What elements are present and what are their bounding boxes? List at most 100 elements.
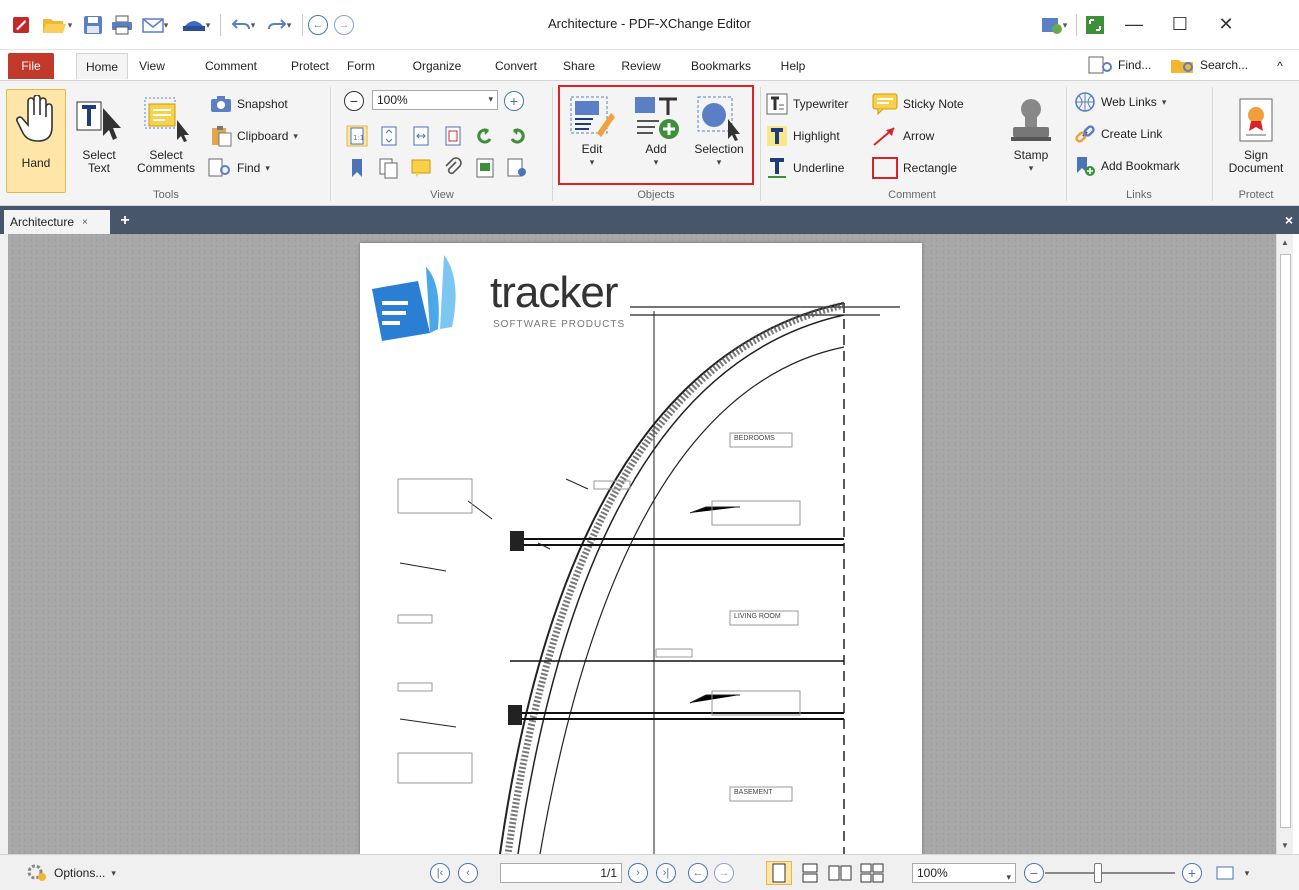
zoom-in-icon[interactable]: +: [504, 91, 524, 111]
tab-organize[interactable]: Organize: [405, 53, 469, 79]
last-page-icon[interactable]: ›|: [656, 861, 676, 885]
typewriter-icon: [766, 93, 788, 115]
single-page-layout-icon[interactable]: [766, 861, 792, 885]
tab-home[interactable]: Home: [76, 53, 128, 79]
tab-share[interactable]: Share: [558, 53, 600, 79]
search-button[interactable]: Search...: [1170, 54, 1248, 76]
tab-protect[interactable]: Protect: [284, 53, 336, 79]
select-comments-button[interactable]: Select Comments: [134, 91, 198, 175]
highlight-button[interactable]: Highlight: [766, 125, 840, 147]
fullscreen-icon[interactable]: [1082, 12, 1108, 38]
web-links-label: Web Links: [1101, 95, 1157, 109]
hand-button[interactable]: Hand: [8, 91, 64, 170]
close-all-tabs-button[interactable]: ×: [1285, 212, 1293, 228]
find-tool-button[interactable]: Find ▾: [208, 157, 270, 179]
document-properties-icon[interactable]: [474, 157, 496, 179]
svg-text:1:1: 1:1: [353, 134, 364, 142]
next-view-icon[interactable]: →: [714, 861, 734, 885]
find-label: Find...: [1118, 58, 1152, 72]
create-link-label: Create Link: [1101, 127, 1163, 141]
create-link-button[interactable]: Create Link: [1074, 123, 1162, 145]
web-links-button[interactable]: Web Links ▾: [1074, 91, 1166, 113]
comments-pane-icon[interactable]: [410, 157, 432, 179]
zoom-level-input[interactable]: 100% ▾: [912, 863, 1016, 883]
tab-convert[interactable]: Convert: [488, 53, 544, 79]
previous-view-icon[interactable]: ←: [688, 861, 708, 885]
scroll-up-icon[interactable]: ▲: [1281, 238, 1289, 247]
tab-comment[interactable]: Comment: [200, 53, 262, 79]
ribbon: Hand Select Text Select Comments Snapsho…: [0, 80, 1299, 206]
tab-help[interactable]: Help: [776, 53, 810, 79]
underline-label: Underline: [793, 161, 845, 175]
view-group-label: View: [430, 189, 454, 201]
rectangle-button[interactable]: Rectangle: [872, 157, 957, 179]
fit-visible-icon[interactable]: [442, 125, 464, 147]
facing-continuous-layout-icon[interactable]: [858, 861, 886, 885]
rectangle-icon: [872, 157, 898, 179]
selection-object-button[interactable]: Selection ▾: [688, 91, 750, 169]
fit-page-icon[interactable]: [378, 125, 400, 147]
options-gear-icon: [27, 864, 46, 881]
tab-file[interactable]: File: [8, 53, 54, 79]
arrow-button[interactable]: Arrow: [872, 125, 934, 147]
close-button[interactable]: ✕: [1204, 8, 1248, 40]
rotate-right-icon[interactable]: [506, 125, 528, 147]
zoom-slider-thumb[interactable]: [1094, 863, 1102, 883]
rotate-left-icon[interactable]: [474, 125, 496, 147]
document-tab-architecture[interactable]: Architecture ×: [4, 210, 110, 234]
logo-subtitle: SOFTWARE PRODUCTS: [493, 319, 626, 330]
scroll-down-icon[interactable]: ▼: [1281, 841, 1289, 850]
sticky-note-button[interactable]: Sticky Note: [872, 93, 964, 115]
add-bookmark-button[interactable]: Add Bookmark: [1074, 155, 1180, 177]
find-button[interactable]: Find...: [1088, 54, 1151, 76]
previous-page-icon[interactable]: ‹: [458, 861, 478, 885]
tab-view[interactable]: View: [132, 53, 172, 79]
next-page-icon[interactable]: ›: [628, 861, 648, 885]
options-button[interactable]: Options... ▾: [26, 861, 116, 885]
snapshot-button[interactable]: Snapshot: [210, 93, 288, 115]
pdf-page[interactable]: tracker SOFTWARE PRODUCTS BEDROOMS LIVIN…: [360, 243, 922, 854]
room-label-basement: BASEMENT: [734, 789, 773, 796]
stamp-button[interactable]: Stamp ▾: [1006, 91, 1056, 175]
zoom-out-icon[interactable]: −: [344, 91, 364, 111]
hand-icon: [14, 91, 58, 149]
view-settings-icon[interactable]: [506, 157, 528, 179]
attachments-icon[interactable]: [442, 157, 464, 179]
typewriter-button[interactable]: Typewriter: [766, 93, 848, 115]
add-object-label: Add: [645, 142, 667, 156]
statusbar-menu-icon[interactable]: ▾: [1240, 861, 1254, 885]
zoom-out-status-icon[interactable]: −: [1024, 861, 1044, 885]
facing-layout-icon[interactable]: [826, 861, 854, 885]
underline-button[interactable]: Underline: [766, 157, 844, 179]
left-edge: [0, 234, 8, 854]
actual-size-icon[interactable]: 1:1: [346, 125, 368, 147]
bookmark-icon[interactable]: [346, 157, 368, 179]
select-text-button[interactable]: Select Text: [70, 91, 128, 175]
maximize-button[interactable]: ☐: [1158, 8, 1202, 40]
pages-icon[interactable]: [378, 157, 400, 179]
select-text-label-2: Text: [87, 161, 110, 175]
zoom-combo-value: 100%: [377, 93, 408, 107]
zoom-slider-track[interactable]: [1045, 872, 1175, 874]
settings-icon[interactable]: ▾: [1036, 12, 1072, 38]
fullscreen-status-icon[interactable]: [1214, 861, 1236, 885]
collapse-ribbon-button[interactable]: ^: [1270, 53, 1290, 79]
tab-form[interactable]: Form: [339, 53, 383, 79]
close-tab-icon[interactable]: ×: [82, 217, 88, 228]
new-tab-button[interactable]: +: [116, 212, 134, 230]
page-number-input[interactable]: 1/1: [500, 863, 622, 883]
vertical-scrollbar[interactable]: ▲ ▼: [1276, 234, 1293, 854]
edit-object-button[interactable]: Edit ▾: [562, 91, 622, 169]
first-page-icon[interactable]: |‹: [430, 861, 450, 885]
fit-width-icon[interactable]: [410, 125, 432, 147]
continuous-layout-icon[interactable]: [798, 861, 822, 885]
sign-document-button[interactable]: Sign Document: [1216, 91, 1296, 175]
zoom-combo[interactable]: 100% ▾: [372, 90, 498, 110]
scrollbar-thumb[interactable]: [1280, 254, 1291, 828]
add-object-button[interactable]: Add ▾: [626, 91, 686, 169]
tab-review[interactable]: Review: [616, 53, 666, 79]
zoom-in-status-icon[interactable]: +: [1182, 861, 1202, 885]
clipboard-button[interactable]: Clipboard ▾: [210, 125, 298, 147]
tab-bookmarks[interactable]: Bookmarks: [682, 53, 760, 79]
minimize-button[interactable]: —: [1112, 8, 1156, 40]
